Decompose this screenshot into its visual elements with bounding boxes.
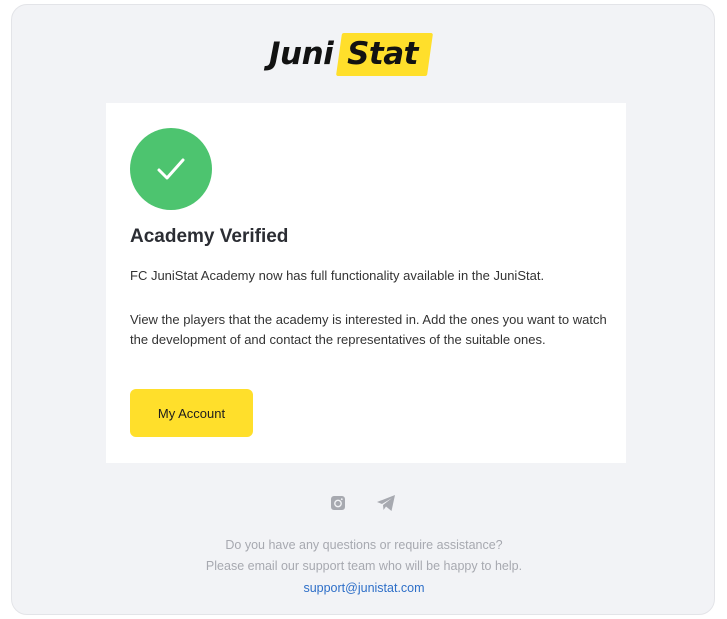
footer-email-prompt: Please email our support team who will b…	[205, 559, 523, 573]
verification-card: Academy Verified FC JuniStat Academy now…	[106, 103, 626, 463]
logo-stat-text: Stat	[347, 35, 419, 72]
card-description-functionality: FC JuniStat Academy now has full functio…	[130, 268, 545, 283]
footer-link-wrapper: support@junistat.com	[12, 581, 716, 595]
junistat-logo: Juni Stat	[269, 31, 434, 77]
checkmark-icon	[130, 128, 212, 210]
my-account-button[interactable]: My Account	[130, 389, 253, 437]
instagram-icon[interactable]	[330, 495, 346, 511]
card-description-players: View the players that the academy is int…	[130, 312, 607, 347]
footer-question: Do you have any questions or require ass…	[225, 538, 503, 552]
telegram-icon[interactable]	[376, 494, 396, 512]
email-container: Juni Stat Academy Verified FC JuniStat A…	[11, 4, 715, 615]
social-links	[330, 494, 396, 512]
logo-juni-text: Juni	[269, 36, 334, 72]
logo-stat-badge: Stat	[336, 32, 434, 76]
support-email-link[interactable]: support@junistat.com	[303, 581, 424, 595]
card-title: Academy Verified	[130, 226, 289, 247]
